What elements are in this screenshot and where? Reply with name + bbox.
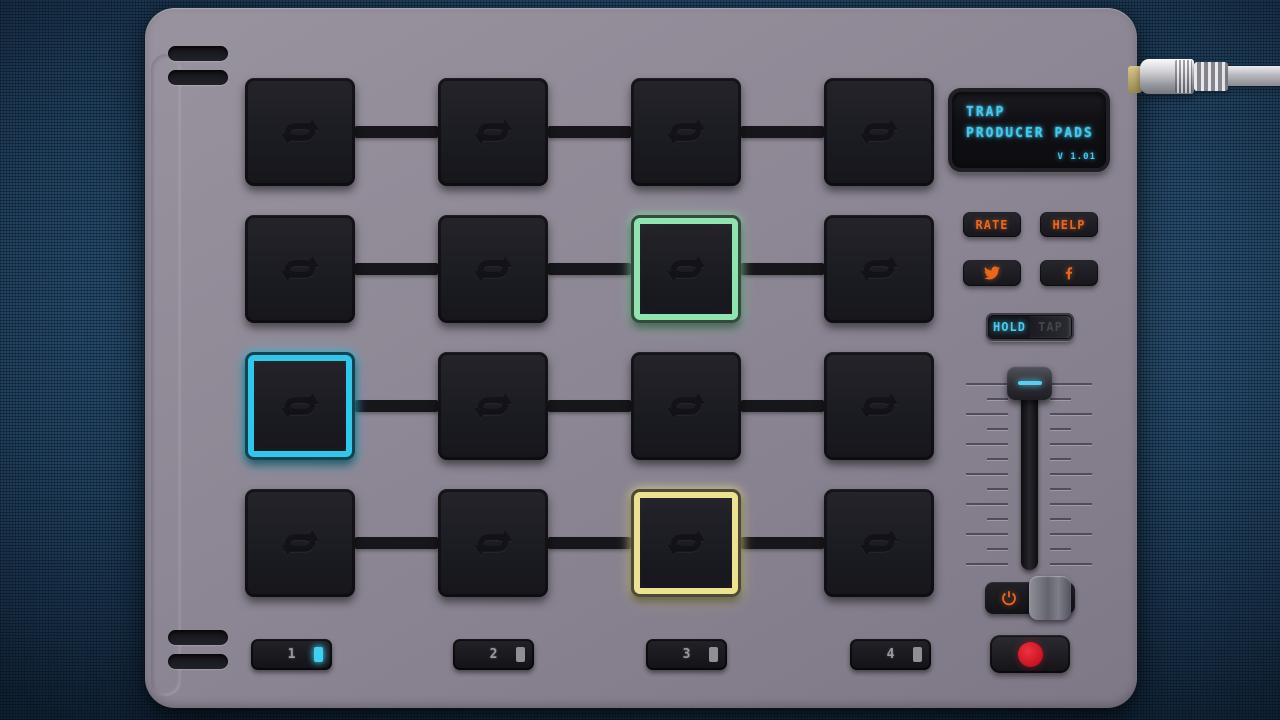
drum-pad-active-yellow[interactable]: [631, 489, 741, 597]
app-screen: TRAP PRODUCER PADS V 1.01 RATE HELP HOLD…: [0, 0, 1280, 720]
drum-pad[interactable]: [245, 489, 355, 597]
loop-arrows-icon: [657, 514, 715, 572]
loop-arrows-icon: [464, 514, 522, 572]
twitter-bird-icon: [984, 265, 1000, 281]
display-version: V 1.01: [1057, 152, 1096, 162]
power-switch-knob[interactable]: [1029, 576, 1071, 620]
vent-bar: [168, 70, 228, 85]
vent-bar: [168, 630, 228, 645]
power-icon: [1000, 589, 1018, 607]
drum-pad[interactable]: [824, 489, 934, 597]
loop-arrows-icon: [657, 377, 715, 435]
bank-button-1[interactable]: 1: [251, 639, 332, 670]
help-button[interactable]: HELP: [1040, 212, 1098, 237]
bank-button-3[interactable]: 3: [646, 639, 727, 670]
bank-label: 3: [682, 647, 691, 662]
loop-arrows-icon: [850, 514, 908, 572]
drum-pad[interactable]: [631, 78, 741, 186]
loop-arrows-icon: [271, 240, 329, 298]
loop-arrows-icon: [464, 240, 522, 298]
display-line2: PRODUCER PADS: [966, 126, 1094, 141]
loop-arrows-icon: [850, 240, 908, 298]
loop-arrows-icon: [271, 514, 329, 572]
toggle-hold-label: HOLD: [993, 320, 1026, 334]
drum-pad-active-green[interactable]: [631, 215, 741, 323]
pad-grid: [245, 78, 934, 597]
help-button-label: HELP: [1052, 217, 1086, 232]
loop-arrows-icon: [850, 377, 908, 435]
audio-plug-ribs: [1194, 62, 1228, 91]
bank-indicator: [314, 647, 323, 662]
drum-pad[interactable]: [824, 352, 934, 460]
volume-slider-track[interactable]: [1021, 380, 1038, 570]
slider-handle-indicator: [1017, 381, 1042, 385]
volume-slider-handle[interactable]: [1007, 366, 1052, 400]
bank-indicator: [913, 647, 922, 662]
drum-pad[interactable]: [631, 352, 741, 460]
loop-arrows-icon: [271, 103, 329, 161]
bank-indicator: [516, 647, 525, 662]
bank-button-2[interactable]: 2: [453, 639, 534, 670]
audio-plug-head: [1140, 59, 1194, 94]
bank-indicator: [709, 647, 718, 662]
left-edge-groove: [151, 54, 181, 696]
facebook-f-icon: [1061, 265, 1077, 281]
drum-pad[interactable]: [245, 215, 355, 323]
toggle-tap-label: TAP: [1038, 320, 1063, 334]
bank-button-4[interactable]: 4: [850, 639, 931, 670]
loop-arrows-icon: [657, 103, 715, 161]
rate-button-label: RATE: [975, 217, 1009, 232]
drum-pad[interactable]: [245, 78, 355, 186]
display-line1: TRAP: [966, 105, 1006, 120]
slider-ticks-left: [966, 383, 1008, 565]
rate-button[interactable]: RATE: [963, 212, 1021, 237]
vent-bar: [168, 654, 228, 669]
drum-pad[interactable]: [824, 78, 934, 186]
audio-cable: [1228, 66, 1280, 86]
vent-bar: [168, 46, 228, 61]
loop-arrows-icon: [271, 377, 329, 435]
facebook-button[interactable]: [1040, 260, 1098, 286]
record-dot-icon: [1017, 641, 1043, 667]
twitter-button[interactable]: [963, 260, 1021, 286]
bank-label: 4: [886, 647, 895, 662]
loop-arrows-icon: [850, 103, 908, 161]
slider-ticks-right: [1050, 383, 1092, 565]
drum-pad[interactable]: [438, 78, 548, 186]
bank-label: 2: [489, 647, 498, 662]
drum-pad[interactable]: [438, 489, 548, 597]
record-button[interactable]: [990, 635, 1070, 673]
drum-pad[interactable]: [438, 352, 548, 460]
loop-arrows-icon: [657, 240, 715, 298]
lcd-display: TRAP PRODUCER PADS V 1.01: [948, 88, 1110, 172]
drum-pad[interactable]: [438, 215, 548, 323]
toggle-tap-segment[interactable]: TAP: [1030, 316, 1071, 338]
drum-pad-active-cyan[interactable]: [245, 352, 355, 460]
bank-label: 1: [287, 647, 296, 662]
toggle-hold-segment[interactable]: HOLD: [989, 316, 1030, 338]
hold-tap-toggle[interactable]: HOLD TAP: [986, 313, 1074, 341]
loop-arrows-icon: [464, 103, 522, 161]
loop-arrows-icon: [464, 377, 522, 435]
drum-pad[interactable]: [824, 215, 934, 323]
